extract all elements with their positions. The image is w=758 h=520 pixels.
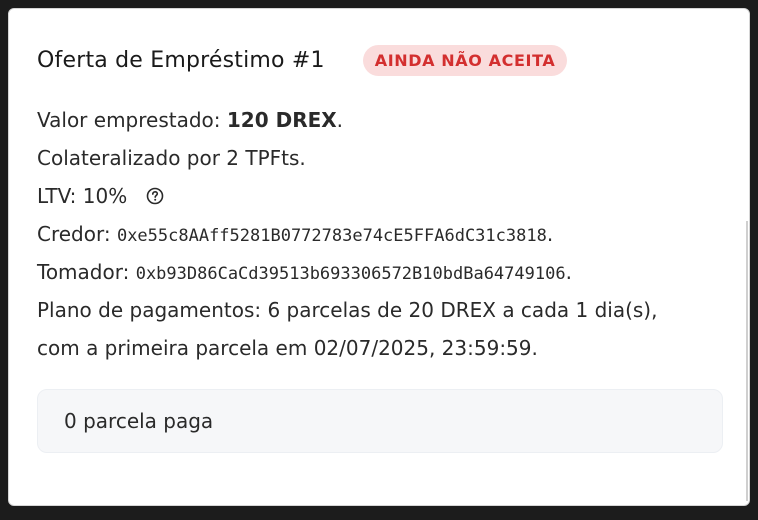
paid-installments-text: 0 parcela paga — [64, 409, 214, 433]
amount-label: Valor emprestado: — [37, 108, 221, 132]
borrower-label: Tomador: — [37, 260, 130, 284]
creditor-address: 0xe55c8AAff5281B0772783e74cE5FFA6dC31c38… — [116, 226, 547, 246]
bottom-edge — [0, 512, 758, 520]
borrower-suffix: . — [565, 260, 572, 284]
creditor-line: Credor: 0xe55c8AAff5281B0772783e74cE5FFA… — [37, 215, 727, 253]
amount-value: 120 DREX — [226, 108, 337, 132]
offer-details: Valor emprestado: 120 DREX. Colateraliza… — [37, 101, 727, 367]
payment-plan-line-2: com a primeira parcela em 02/07/2025, 23… — [37, 329, 727, 367]
collateral-line: Colateralizado por 2 TPFts. — [37, 139, 727, 177]
creditor-suffix: . — [546, 222, 554, 246]
status-badge: AINDA NÃO ACEITA — [362, 45, 568, 76]
payment-plan-line-1: Plano de pagamentos: 6 parcelas de 20 DR… — [37, 291, 727, 329]
borrower-line: Tomador: 0xb93D86CaCd39513b693306572B10b… — [37, 253, 727, 291]
question-circle-icon[interactable] — [146, 179, 164, 205]
amount-suffix: . — [336, 108, 344, 132]
collateral-text: Colateralizado por 2 TPFts. — [37, 146, 306, 170]
ltv-line: LTV: 10% — [37, 177, 727, 215]
scrollbar[interactable] — [746, 221, 748, 501]
creditor-label: Credor: — [37, 222, 111, 246]
amount-line: Valor emprestado: 120 DREX. — [37, 101, 727, 139]
paid-installments-box: 0 parcela paga — [37, 389, 723, 453]
payment-plan-text-2: com a primeira parcela em 02/07/2025, 23… — [37, 336, 538, 360]
borrower-address: 0xb93D86CaCd39513b693306572B10bdBa647491… — [135, 264, 566, 284]
ltv-label: LTV: 10% — [37, 184, 128, 208]
card-header: Oferta de Empréstimo #1 AINDA NÃO ACEITA — [37, 45, 568, 76]
payment-plan-text-1: Plano de pagamentos: 6 parcelas de 20 DR… — [37, 298, 658, 322]
loan-offer-card: Oferta de Empréstimo #1 AINDA NÃO ACEITA… — [8, 8, 750, 506]
offer-title: Oferta de Empréstimo #1 — [37, 48, 325, 73]
